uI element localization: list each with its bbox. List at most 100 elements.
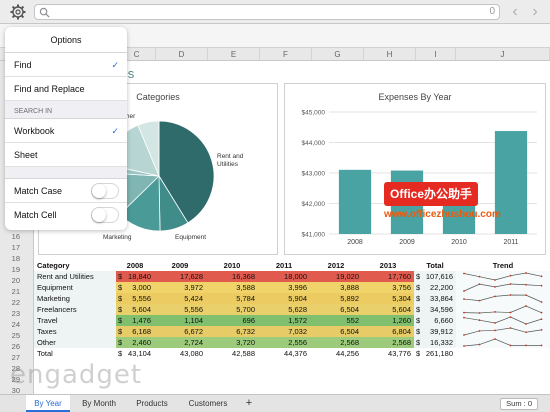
row-label[interactable]: Taxes: [34, 326, 116, 337]
value-cell[interactable]: 6,168 $: [116, 326, 154, 337]
value-cell[interactable]: 5,628: [258, 304, 310, 315]
total-cell[interactable]: 6,660 $: [414, 315, 456, 326]
search-input[interactable]: 0: [34, 4, 500, 20]
row-label[interactable]: Travel: [34, 315, 116, 326]
sparkline-cell[interactable]: [456, 293, 550, 304]
column-header[interactable]: J: [456, 48, 550, 61]
expenses-chart[interactable]: Expenses By Year $45,000 $44,000 $43,000 $4…: [284, 83, 546, 255]
add-sheet-button[interactable]: +: [238, 395, 260, 412]
total-cell[interactable]: 34,596 $: [414, 304, 456, 315]
value-cell[interactable]: 1,104: [154, 315, 206, 326]
value-cell[interactable]: 552: [310, 315, 362, 326]
option-sheet[interactable]: Sheet: [5, 143, 127, 167]
tab-customers[interactable]: Customers: [182, 395, 234, 412]
row-label[interactable]: Freelancers: [34, 304, 116, 315]
table-row[interactable]: Total 43,104 $43,080 42,588 44,376 44,256 43,7…: [34, 348, 550, 359]
value-cell[interactable]: 43,080: [154, 348, 206, 359]
value-cell[interactable]: 2,556: [258, 337, 310, 348]
next-match-icon[interactable]: ›: [528, 4, 542, 20]
column-label[interactable]: 2010: [206, 260, 258, 271]
value-cell[interactable]: 5,604 $: [116, 304, 154, 315]
table-row[interactable]: Travel 1,476 $1,104 696 1,572 552 1,260 6,660 $: [34, 315, 550, 326]
value-cell[interactable]: 3,588: [206, 282, 258, 293]
option-workbook[interactable]: Workbook ✓: [5, 119, 127, 143]
sparkline-cell[interactable]: [456, 315, 550, 326]
row-header[interactable]: 16: [0, 231, 34, 242]
value-cell[interactable]: 1,476 $: [116, 315, 154, 326]
value-cell[interactable]: 16,368: [206, 271, 258, 282]
table-row[interactable]: Marketing 5,556 $5,424 5,784 5,904 5,892 5,304…: [34, 293, 550, 304]
value-cell[interactable]: 44,256: [310, 348, 362, 359]
value-cell[interactable]: 2,568: [362, 337, 414, 348]
table-row[interactable]: Other 2,460 $2,724 3,720 2,556 2,568 2,568 16,3…: [34, 337, 550, 348]
column-header[interactable]: E: [208, 48, 260, 61]
row-header[interactable]: 24: [0, 319, 34, 330]
column-label[interactable]: Total: [414, 260, 456, 271]
column-header[interactable]: I: [416, 48, 456, 61]
value-cell[interactable]: 2,568: [310, 337, 362, 348]
value-cell[interactable]: 17,760: [362, 271, 414, 282]
column-label[interactable]: Category: [34, 260, 116, 271]
row-header[interactable]: 21: [0, 286, 34, 297]
sparkline-cell[interactable]: [456, 304, 550, 315]
option-find-and-replace[interactable]: Find and Replace: [5, 77, 127, 101]
value-cell[interactable]: 6,732: [206, 326, 258, 337]
value-cell[interactable]: 2,460 $: [116, 337, 154, 348]
column-label[interactable]: 2011: [258, 260, 310, 271]
value-cell[interactable]: 3,720: [206, 337, 258, 348]
table-row[interactable]: Rent and Utilities 18,840 $17,628 16,368 18,…: [34, 271, 550, 282]
total-cell[interactable]: 22,200 $: [414, 282, 456, 293]
value-cell[interactable]: 42,588: [206, 348, 258, 359]
value-cell[interactable]: 1,572: [258, 315, 310, 326]
row-label[interactable]: Rent and Utilities: [34, 271, 116, 282]
value-cell[interactable]: 18,840 $: [116, 271, 154, 282]
value-cell[interactable]: 43,776: [362, 348, 414, 359]
row-label[interactable]: Other: [34, 337, 116, 348]
match-case-toggle[interactable]: [91, 183, 119, 199]
value-cell[interactable]: 3,996: [258, 282, 310, 293]
column-label[interactable]: Trend: [456, 260, 550, 271]
value-cell[interactable]: 44,376: [258, 348, 310, 359]
value-cell[interactable]: 5,604: [362, 304, 414, 315]
row-label[interactable]: Marketing: [34, 293, 116, 304]
total-cell[interactable]: 107,616 $: [414, 271, 456, 282]
row-label[interactable]: Equipment: [34, 282, 116, 293]
match-cell-toggle[interactable]: [91, 207, 119, 223]
value-cell[interactable]: 5,556: [154, 304, 206, 315]
value-cell[interactable]: 6,804: [362, 326, 414, 337]
total-cell[interactable]: 261,180 $: [414, 348, 456, 359]
column-header[interactable]: G: [312, 48, 364, 61]
value-cell[interactable]: 5,784: [206, 293, 258, 304]
row-header[interactable]: 25: [0, 330, 34, 341]
sparkline-cell[interactable]: [456, 271, 550, 282]
tab-by-year[interactable]: By Year: [26, 395, 70, 412]
gear-icon[interactable]: [10, 4, 26, 20]
row-header[interactable]: 17: [0, 242, 34, 253]
column-label[interactable]: 2013: [362, 260, 414, 271]
tab-by-month[interactable]: By Month: [74, 395, 124, 412]
sparkline-cell[interactable]: [456, 337, 550, 348]
value-cell[interactable]: 43,104 $: [116, 348, 154, 359]
sum-indicator[interactable]: Sum : 0: [500, 398, 538, 410]
value-cell[interactable]: 1,260: [362, 315, 414, 326]
value-cell[interactable]: 5,304: [362, 293, 414, 304]
row-header[interactable]: 20: [0, 275, 34, 286]
value-cell[interactable]: 6,504: [310, 326, 362, 337]
value-cell[interactable]: 3,756: [362, 282, 414, 293]
row-header[interactable]: 19: [0, 264, 34, 275]
row-header[interactable]: 23: [0, 308, 34, 319]
sparkline-cell[interactable]: [456, 326, 550, 337]
previous-match-icon[interactable]: ‹: [508, 4, 522, 20]
row-header[interactable]: 22: [0, 297, 34, 308]
value-cell[interactable]: 3,000 $: [116, 282, 154, 293]
table-row[interactable]: Freelancers 5,604 $5,556 5,700 5,628 6,504 5,6…: [34, 304, 550, 315]
value-cell[interactable]: 6,672: [154, 326, 206, 337]
value-cell[interactable]: 7,032: [258, 326, 310, 337]
value-cell[interactable]: 696: [206, 315, 258, 326]
total-cell[interactable]: 39,912 $: [414, 326, 456, 337]
column-label[interactable]: 2008: [116, 260, 154, 271]
total-cell[interactable]: 33,864 $: [414, 293, 456, 304]
value-cell[interactable]: 19,020: [310, 271, 362, 282]
tab-products[interactable]: Products: [128, 395, 176, 412]
table-row[interactable]: Equipment 3,000 $3,972 3,588 3,996 3,888 3,756…: [34, 282, 550, 293]
